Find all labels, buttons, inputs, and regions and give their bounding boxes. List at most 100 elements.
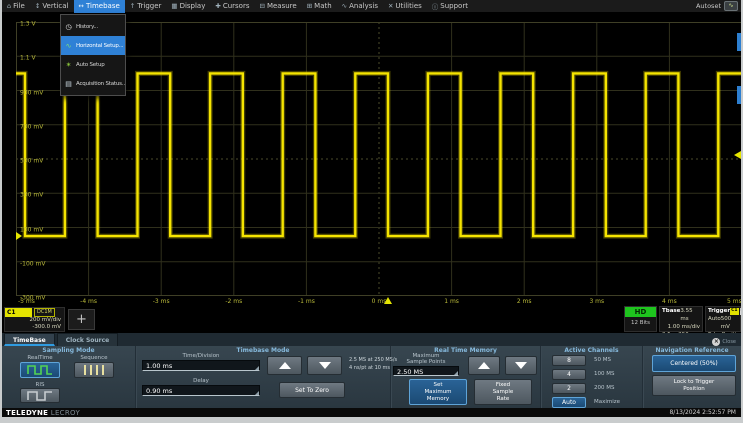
oscilloscope-app: ⌂File ↕Vertical ↔Timebase ↑Trigger ▦Disp… bbox=[2, 0, 741, 417]
centered-button[interactable]: Centered (50%) bbox=[652, 355, 736, 372]
y-axis-label: 300 mV bbox=[20, 192, 43, 199]
utilities-icon: ✕ bbox=[388, 2, 393, 10]
right-edge-indicator bbox=[737, 33, 741, 51]
channel-scale: 200 mV/div bbox=[5, 317, 64, 324]
menu-item-horizontal-setup[interactable]: ∿Horizontal Setup... bbox=[61, 36, 125, 55]
y-axis-label: 900 mV bbox=[20, 89, 43, 96]
menu-cursors-label: Cursors bbox=[223, 2, 250, 10]
menu-trigger-label: Trigger bbox=[137, 2, 161, 10]
set-to-zero-button[interactable]: Set To Zero bbox=[279, 382, 345, 398]
timebase-dropdown-menu: ◷History... ∿Horizontal Setup... ✶Auto S… bbox=[60, 14, 126, 96]
support-icon: ⓘ bbox=[432, 1, 439, 11]
channel-name-tag: C1 bbox=[5, 308, 32, 317]
cursors-icon: ✚ bbox=[215, 2, 220, 10]
section-divider bbox=[642, 346, 644, 408]
menu-utilities-label: Utilities bbox=[395, 2, 421, 10]
channels-4-button[interactable]: 4 bbox=[552, 369, 586, 380]
tab-clock-source[interactable]: Clock Source bbox=[57, 333, 119, 346]
menu-file[interactable]: ⌂File bbox=[2, 0, 30, 13]
history-clock-icon: ◷ bbox=[64, 23, 73, 31]
max-sample-points-value: 2.50 MS bbox=[397, 368, 423, 376]
brand-teledyne: TELEDYNE bbox=[6, 409, 48, 417]
menu-math[interactable]: ⊞Math bbox=[302, 0, 337, 13]
y-axis-label: 1.3 V bbox=[20, 21, 36, 28]
hd-mode-descriptor[interactable]: HD 12 Bits bbox=[624, 306, 657, 332]
trigger-source-badge: C1 bbox=[730, 308, 738, 315]
time-division-label: Time/Division bbox=[142, 353, 260, 359]
time-division-decrease-button[interactable] bbox=[307, 356, 342, 375]
menu-vertical[interactable]: ↕Vertical bbox=[30, 0, 74, 13]
realtime-label: RealTime bbox=[20, 355, 60, 361]
menu-trigger[interactable]: ↑Trigger bbox=[125, 0, 167, 13]
hd-bits: 12 Bits bbox=[625, 317, 656, 330]
trigger-desc-label: Trigger bbox=[708, 307, 730, 315]
ris-waveform-icon bbox=[27, 391, 53, 401]
menu-measure-label: Measure bbox=[267, 2, 297, 10]
sequence-button[interactable] bbox=[74, 362, 114, 378]
add-trace-button[interactable]: + bbox=[68, 309, 95, 330]
datetime: 8/13/2024 2:52:57 PM bbox=[669, 409, 741, 416]
time-division-value: 1.00 ms bbox=[146, 362, 172, 370]
active-channels-header: Active Channels bbox=[541, 347, 642, 354]
menu-display[interactable]: ▦Display bbox=[166, 0, 210, 13]
timebase-descriptor[interactable]: Tbase3.55 ms 1.00 ms/div 2.5 MS250 MS/s bbox=[659, 306, 703, 332]
max-sample-points-field[interactable]: 2.50 MS bbox=[393, 366, 459, 376]
menu-support-label: Support bbox=[440, 2, 468, 10]
x-axis-label: 1 ms bbox=[444, 298, 459, 305]
x-axis-label: 5 ms bbox=[727, 298, 741, 305]
memory-decrease-button[interactable] bbox=[505, 356, 537, 375]
measure-icon: ⊟ bbox=[260, 2, 265, 10]
menu-item-acquisition-status[interactable]: ▤Acquisition Status... bbox=[61, 74, 125, 93]
x-axis-label: 2 ms bbox=[517, 298, 532, 305]
channel-offset-marker[interactable] bbox=[16, 232, 22, 240]
channels-8-button[interactable]: 8 bbox=[552, 355, 586, 366]
field-fold-icon bbox=[454, 371, 458, 375]
math-icon: ⊞ bbox=[307, 2, 312, 10]
menu-item-acquisition-status-label: Acquisition Status... bbox=[76, 81, 125, 87]
menu-item-auto-setup-label: Auto Setup bbox=[76, 62, 105, 68]
time-division-field[interactable]: 1.00 ms bbox=[142, 360, 260, 371]
x-axis-label: -3 ms bbox=[153, 298, 170, 305]
close-icon: × bbox=[712, 338, 720, 346]
menu-measure[interactable]: ⊟Measure bbox=[255, 0, 302, 13]
down-arrow-icon bbox=[515, 362, 527, 369]
trigger-level-marker[interactable] bbox=[734, 151, 741, 159]
ris-button[interactable] bbox=[20, 388, 60, 403]
lock-to-trigger-button[interactable]: Lock to Trigger Position bbox=[652, 375, 736, 396]
menu-item-auto-setup[interactable]: ✶Auto Setup bbox=[61, 55, 125, 74]
time-division-increase-button[interactable] bbox=[267, 356, 302, 375]
navigation-reference-header: Navigation Reference bbox=[643, 347, 741, 354]
trigger-descriptor[interactable]: TriggerC1DC Auto500 mV EdgePositive bbox=[705, 306, 741, 332]
menu-cursors[interactable]: ✚Cursors bbox=[210, 0, 254, 13]
fixed-sample-rate-button[interactable]: Fixed Sample Rate bbox=[474, 379, 532, 405]
dialog-close-button[interactable]: × Close bbox=[712, 338, 741, 346]
channels-2-button[interactable]: 2 bbox=[552, 383, 586, 394]
down-arrow-icon bbox=[319, 362, 331, 369]
menu-utilities[interactable]: ✕Utilities bbox=[383, 0, 427, 13]
sampling-info-line1: 2.5 MS at 250 MS/s bbox=[349, 357, 397, 364]
section-divider bbox=[540, 346, 542, 408]
delay-field[interactable]: 0.90 ms bbox=[142, 385, 260, 396]
menu-bar: ⌂File ↕Vertical ↔Timebase ↑Trigger ▦Disp… bbox=[2, 0, 741, 13]
tab-timebase[interactable]: TimeBase bbox=[4, 333, 55, 346]
menu-support[interactable]: ⓘSupport bbox=[427, 0, 473, 13]
x-axis-label: -4 ms bbox=[80, 298, 97, 305]
sampling-mode-header: Sampling Mode bbox=[2, 347, 135, 354]
autoset-button[interactable]: ∿ bbox=[724, 1, 738, 11]
set-maximum-memory-button[interactable]: Set Maximum Memory bbox=[409, 379, 467, 405]
up-arrow-icon bbox=[478, 362, 490, 369]
trigger-mode: Auto bbox=[708, 315, 721, 331]
menu-analysis[interactable]: ∿Analysis bbox=[337, 0, 383, 13]
menu-timebase[interactable]: ↔Timebase bbox=[74, 0, 125, 13]
vertical-icon: ↕ bbox=[35, 2, 40, 10]
x-axis-label: 0 ms bbox=[372, 298, 387, 305]
menu-item-history[interactable]: ◷History... bbox=[61, 17, 125, 36]
realtime-button[interactable] bbox=[20, 362, 60, 378]
up-arrow-icon bbox=[279, 362, 291, 369]
channels-auto-button[interactable]: Auto bbox=[552, 397, 586, 408]
menu-math-label: Math bbox=[314, 2, 332, 10]
hd-label: HD bbox=[625, 307, 656, 317]
channel-descriptor-c1[interactable]: C1 DC1M 200 mV/div -300.0 mV bbox=[4, 307, 65, 332]
menu-timebase-label: Timebase bbox=[86, 2, 120, 10]
memory-increase-button[interactable] bbox=[468, 356, 500, 375]
